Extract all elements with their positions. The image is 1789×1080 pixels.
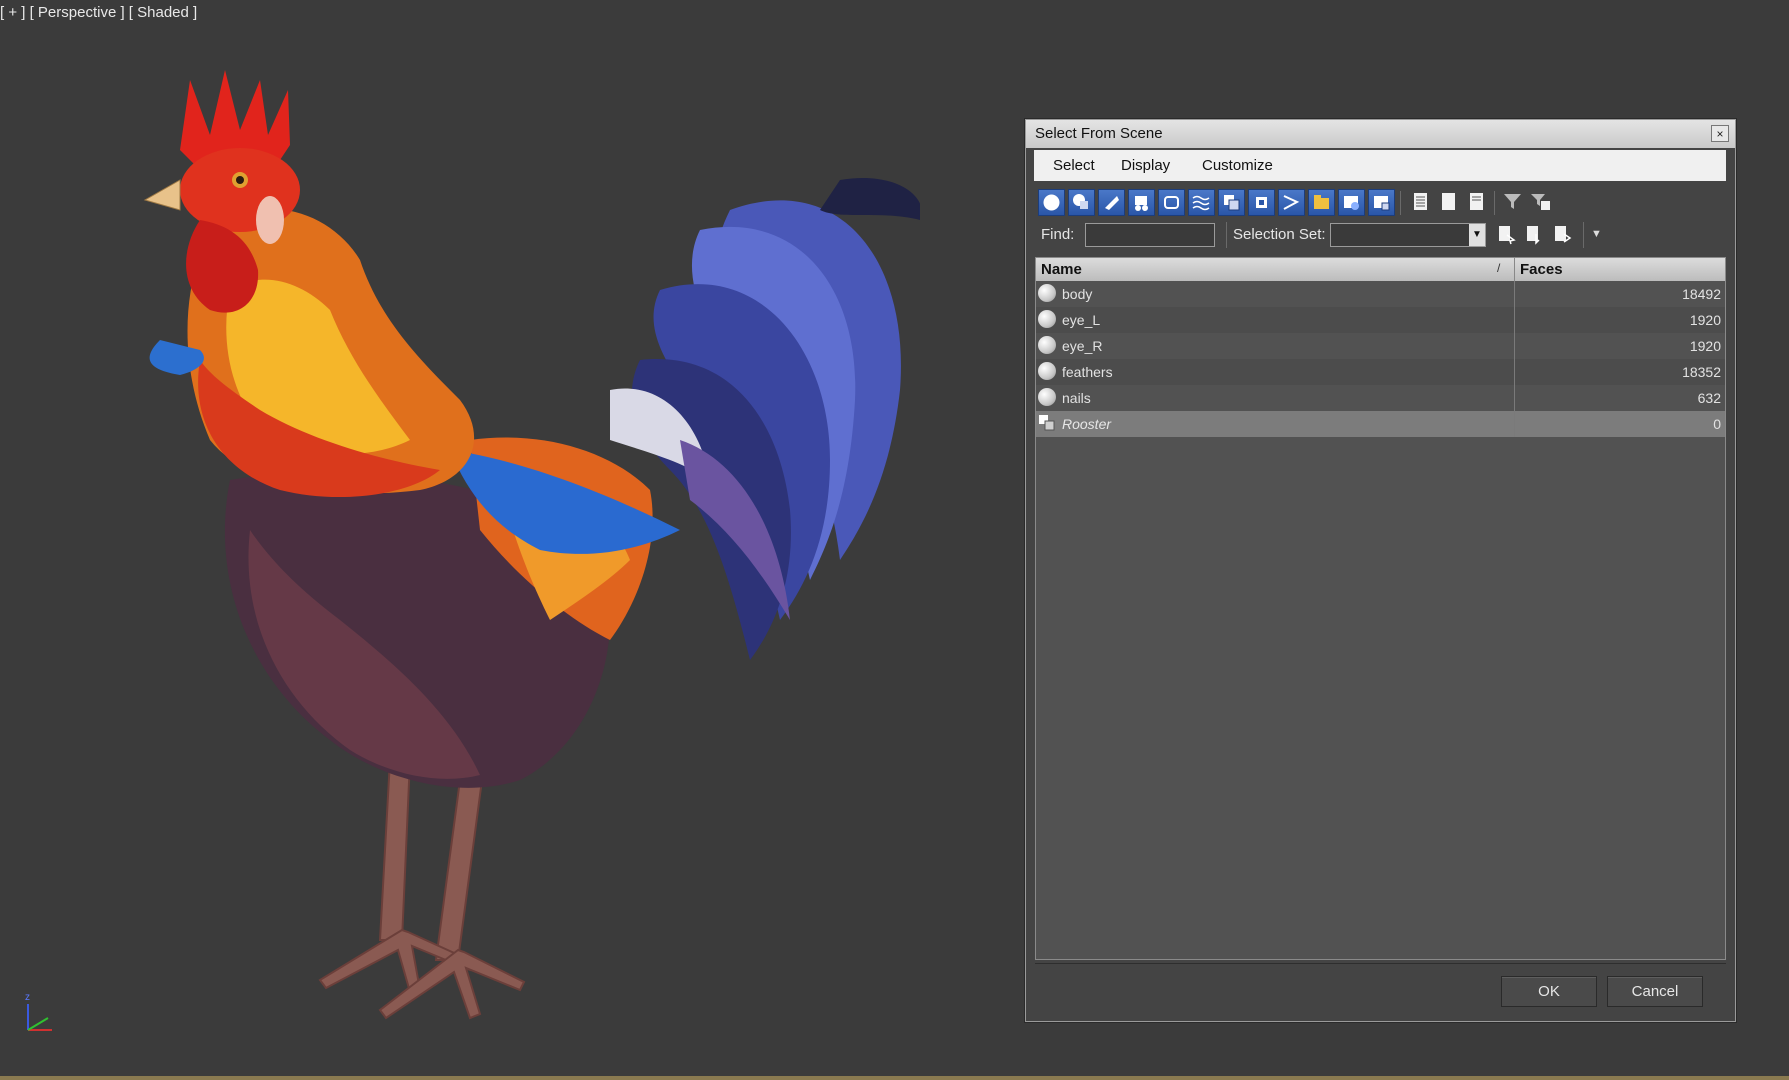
object-name: eye_R — [1062, 338, 1103, 354]
axis-z-label: z — [25, 992, 30, 1003]
dialog-footer: OK Cancel — [1035, 963, 1726, 1016]
face-count: 18352 — [1682, 364, 1721, 380]
filter-options-icon[interactable] — [1528, 189, 1555, 216]
menu-select[interactable]: Select — [1053, 157, 1095, 174]
rooster-tail — [610, 178, 920, 660]
chevron-down-icon[interactable]: ▼ — [1469, 224, 1485, 246]
bottom-strip — [0, 1076, 1789, 1080]
cancel-button[interactable]: Cancel — [1607, 976, 1703, 1007]
create-selection-set-icon[interactable] — [1494, 222, 1521, 249]
display-frozen-icon[interactable] — [1338, 189, 1365, 216]
display-spacewarps-icon[interactable] — [1188, 189, 1215, 216]
select-all-icon[interactable] — [1408, 189, 1435, 216]
select-none-icon[interactable] — [1436, 189, 1463, 216]
ok-button[interactable]: OK — [1501, 976, 1597, 1007]
display-hidden-icon[interactable] — [1368, 189, 1395, 216]
object-name: nails — [1062, 390, 1091, 406]
geometry-icon — [1038, 336, 1056, 354]
display-shapes-icon[interactable] — [1068, 189, 1095, 216]
object-name: eye_L — [1062, 312, 1101, 328]
display-helpers-icon[interactable] — [1158, 189, 1185, 216]
find-separator — [1226, 222, 1227, 248]
toolbar-overflow-icon[interactable]: ▼ — [1591, 228, 1602, 240]
list-item[interactable]: feathers 18352 — [1036, 359, 1725, 385]
display-groups-icon[interactable] — [1218, 189, 1245, 216]
display-containers-icon[interactable] — [1308, 189, 1335, 216]
selection-set-label: Selection Set: — [1233, 226, 1326, 243]
face-count: 1920 — [1689, 338, 1721, 354]
list-item[interactable]: eye_L 1920 — [1036, 307, 1725, 333]
face-count: 0 — [1713, 416, 1721, 432]
display-xrefs-icon[interactable] — [1248, 189, 1275, 216]
list-header: Name / Faces — [1036, 258, 1725, 281]
list-item-selected[interactable]: Rooster 0 — [1036, 411, 1725, 437]
add-to-selection-set-icon[interactable] — [1522, 222, 1549, 249]
face-count: 18492 — [1682, 286, 1721, 302]
face-count: 1920 — [1689, 312, 1721, 328]
column-header-name[interactable]: Name — [1041, 261, 1082, 278]
dialog-titlebar[interactable]: Select From Scene × — [1026, 120, 1735, 148]
selection-set-dropdown[interactable]: ▼ — [1330, 223, 1486, 247]
list-item[interactable]: nails 632 — [1036, 385, 1725, 411]
face-count: 632 — [1697, 390, 1721, 406]
display-lights-icon[interactable] — [1098, 189, 1125, 216]
display-bones-icon[interactable] — [1278, 189, 1305, 216]
select-invert-icon[interactable] — [1464, 189, 1491, 216]
viewport-label[interactable]: [ + ] [ Perspective ] [ Shaded ] — [0, 4, 197, 21]
geometry-icon — [1038, 362, 1056, 380]
scene-object-list[interactable]: Name / Faces body 18492 eye_L 1920 eye_R — [1035, 257, 1726, 960]
menu-display[interactable]: Display — [1121, 157, 1170, 174]
toolbar-separator — [1494, 191, 1495, 215]
list-item[interactable]: eye_R 1920 — [1036, 333, 1725, 359]
dialog-toolbar — [1038, 189, 1728, 219]
column-divider — [1514, 333, 1515, 359]
geometry-icon — [1038, 310, 1056, 328]
dialog-menubar: Select Display Customize — [1034, 150, 1726, 181]
menu-customize[interactable]: Customize — [1202, 157, 1273, 174]
object-name: feathers — [1062, 364, 1113, 380]
sort-ascending-icon: / — [1497, 261, 1501, 275]
column-divider — [1514, 411, 1515, 437]
find-row: Find: Selection Set: ▼ ▼ — [1038, 222, 1728, 250]
select-from-scene-dialog: Select From Scene × Select Display Custo… — [1025, 119, 1736, 1022]
column-divider — [1514, 281, 1515, 307]
geometry-icon — [1038, 388, 1056, 406]
rooster-model — [143, 70, 920, 1020]
find-input[interactable] — [1085, 223, 1215, 247]
rooster-legs — [318, 759, 526, 1020]
axis-gizmo: z — [25, 992, 52, 1031]
column-divider[interactable] — [1514, 258, 1515, 281]
close-button[interactable]: × — [1711, 125, 1729, 142]
column-divider — [1514, 307, 1515, 333]
display-cameras-icon[interactable] — [1128, 189, 1155, 216]
selset-separator — [1583, 222, 1584, 248]
remove-from-selection-set-icon[interactable] — [1550, 222, 1577, 249]
display-geometry-icon[interactable] — [1038, 189, 1065, 216]
filter-icon[interactable] — [1500, 189, 1527, 216]
dialog-title: Select From Scene — [1035, 125, 1163, 142]
column-divider — [1514, 359, 1515, 385]
object-name: body — [1062, 286, 1093, 302]
column-header-faces[interactable]: Faces — [1520, 261, 1563, 278]
find-label: Find: — [1041, 226, 1075, 243]
geometry-icon — [1038, 284, 1056, 302]
column-divider — [1514, 385, 1515, 411]
group-icon — [1038, 414, 1056, 432]
object-name: Rooster — [1062, 416, 1112, 432]
toolbar-separator — [1400, 191, 1401, 215]
list-item[interactable]: body 18492 — [1036, 281, 1725, 307]
